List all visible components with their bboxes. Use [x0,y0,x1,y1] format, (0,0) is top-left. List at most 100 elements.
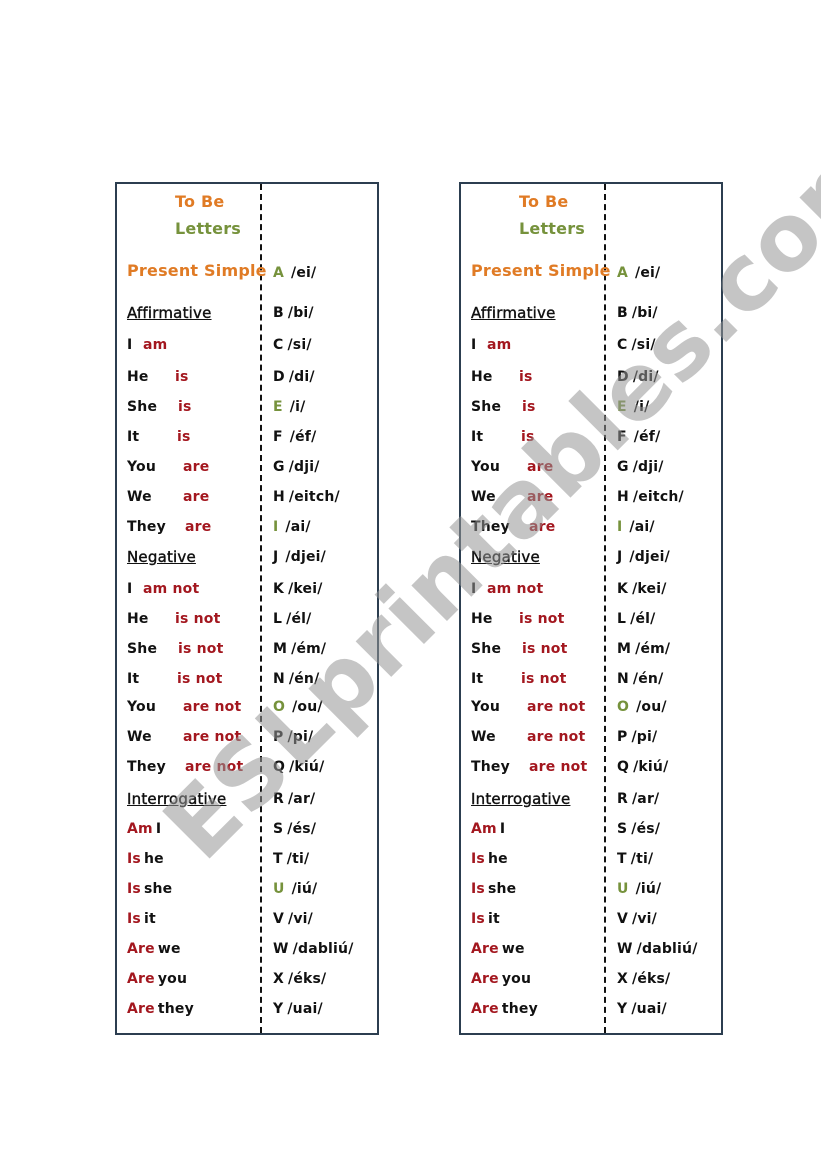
negative-verb: is not [519,611,565,627]
interrogative-row: Am I [471,820,505,838]
letter-row: B/bi/ [617,304,658,322]
letter-row: W/dabliú/ [617,940,698,958]
letter: E [273,399,283,415]
affirmative-subject: It [127,429,140,445]
letter: I [617,519,623,535]
card-subtitle: Letters [519,219,586,238]
letter-sound: /ei/ [291,265,317,281]
card-title: To Be [175,192,225,211]
letter-row: J/djei/ [273,548,326,566]
interrogative-subject: he [143,851,164,867]
negative-subject: You [471,699,501,715]
letter-sound: /én/ [288,671,320,687]
letter: K [617,581,629,597]
letter-sound: /di/ [288,369,315,385]
letter-row: C/si/ [617,336,656,354]
affirmative-verb: are [529,519,556,535]
card-subtitle: Letters [175,219,242,238]
negative-subject: They [127,759,166,775]
letter: B [617,305,628,321]
affirmative-subject: He [471,369,493,385]
letter: O [273,699,286,715]
letter-row: A/ei/ [617,264,660,282]
interrogative-row: Are we [127,940,181,958]
letter-sound: /uai/ [631,1001,667,1017]
interrogative-subject: you [157,971,188,987]
letter-row: I/ai/ [273,518,311,536]
interrogative-row: Is she [471,880,516,898]
letter-row: M/ém/ [273,640,326,658]
letter: G [617,459,629,475]
letter-sound: /ai/ [629,519,655,535]
letter-row: D/di/ [273,368,315,386]
letter-sound: /kiú/ [289,759,325,775]
section-title-present-simple: Present Simple [127,261,267,280]
negative-verb: is not [522,641,568,657]
affirmative-subject: You [471,459,501,475]
interrogative-verb: Are [471,1001,499,1017]
letter-row: N/én/ [617,670,663,688]
interrogative-verb: Are [127,971,155,987]
cut-line-dashed [604,184,606,1033]
negative-verb: are not [527,699,586,715]
letter: F [617,429,627,445]
heading-interrogative: Interrogative [127,790,227,808]
negative-verb: are not [527,729,586,745]
negative-verb: is not [521,671,567,687]
letter: D [617,369,629,385]
negative-subject: She [471,641,502,657]
letter-row: E/i/ [273,398,305,416]
affirmative-verb: are [183,459,210,475]
interrogative-verb: Is [471,911,485,927]
affirmative-verb: are [527,489,554,505]
letter-row: R/ar/ [617,790,659,808]
affirmative-verb: is [178,399,192,415]
interrogative-subject: he [487,851,508,867]
letter: C [617,337,628,353]
affirmative-subject: You [127,459,157,475]
letter: H [617,489,629,505]
heading-negative: Negative [127,548,196,566]
letter: X [617,971,628,987]
affirmative-verb: are [183,489,210,505]
letter-sound: /pi/ [287,729,314,745]
letter-sound: /dji/ [288,459,320,475]
affirmative-subject: He [127,369,149,385]
interrogative-row: Is it [127,910,156,928]
interrogative-verb: Are [471,941,499,957]
letter-sound: /dabliú/ [292,941,354,957]
negative-verb: are not [529,759,588,775]
negative-subject: It [127,671,140,687]
letter-sound: /i/ [633,399,650,415]
letter: O [617,699,630,715]
letter-sound: /él/ [630,611,656,627]
interrogative-row: Is he [127,850,164,868]
letter: S [617,821,628,837]
affirmative-verb: is [521,429,535,445]
interrogative-row: Am I [127,820,161,838]
letter: L [273,611,283,627]
negative-verb: are not [185,759,244,775]
letter-row: Q/kiú/ [273,758,324,776]
letter-row: M/ém/ [617,640,670,658]
heading-interrogative: Interrogative [471,790,571,808]
letter-sound: /iú/ [635,881,662,897]
letter-row: L/él/ [273,610,311,628]
letter: J [273,549,279,565]
letter: W [617,941,633,957]
letter: D [273,369,285,385]
letter-sound: /kiú/ [633,759,669,775]
negative-subject: He [127,611,149,627]
affirmative-verb: is [519,369,533,385]
letter-row: J/djei/ [617,548,670,566]
interrogative-subject: you [501,971,532,987]
letter-row: R/ar/ [273,790,315,808]
negative-subject: She [127,641,158,657]
letter: T [617,851,627,867]
letter: Y [617,1001,628,1017]
interrogative-row: Is it [471,910,500,928]
letter-sound: /si/ [631,337,656,353]
letter-row: O/ou/ [617,698,667,716]
letter-sound: /ou/ [292,699,323,715]
letter-sound: /ou/ [636,699,667,715]
